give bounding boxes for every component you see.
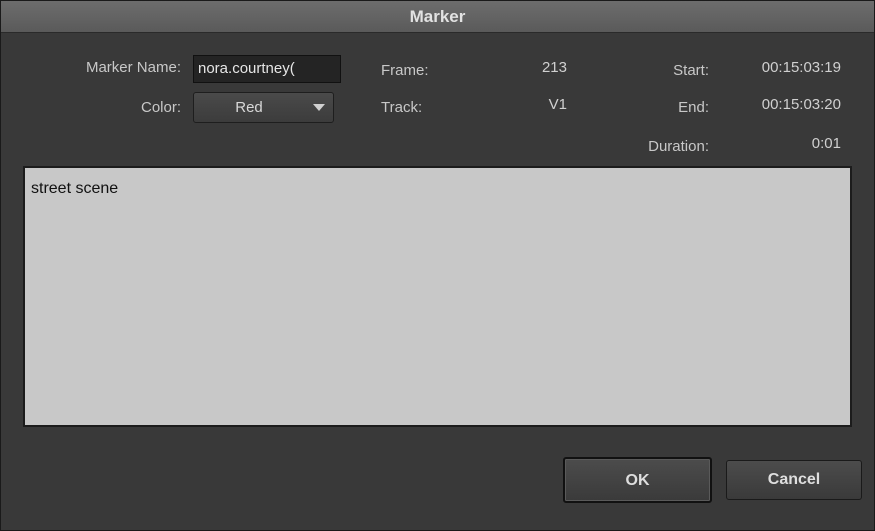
marker-name-input[interactable]: nora.courtney( bbox=[193, 55, 341, 83]
comment-textarea[interactable]: street scene bbox=[23, 166, 852, 427]
ok-button[interactable]: OK bbox=[563, 457, 712, 503]
end-value: 00:15:03:20 bbox=[761, 96, 841, 113]
start-value: 00:15:03:19 bbox=[761, 59, 841, 76]
end-label: End: bbox=[678, 99, 709, 116]
color-dropdown[interactable]: Red bbox=[193, 92, 334, 123]
color-label: Color: bbox=[140, 99, 181, 116]
cancel-button[interactable]: Cancel bbox=[726, 460, 862, 500]
marker-dialog: Marker Marker Name: nora.courtney( Frame… bbox=[0, 0, 875, 531]
marker-name-label: Marker Name: bbox=[85, 59, 181, 76]
frame-label: Frame: bbox=[381, 62, 429, 79]
start-label: Start: bbox=[673, 62, 709, 79]
track-label: Track: bbox=[381, 99, 423, 116]
chevron-down-icon bbox=[313, 104, 325, 111]
frame-value: 213 bbox=[541, 59, 567, 76]
color-dropdown-value: Red bbox=[235, 99, 263, 116]
duration-value: 0:01 bbox=[811, 135, 841, 152]
duration-label: Duration: bbox=[648, 138, 709, 155]
track-value: V1 bbox=[548, 96, 567, 113]
dialog-title: Marker bbox=[1, 1, 874, 33]
